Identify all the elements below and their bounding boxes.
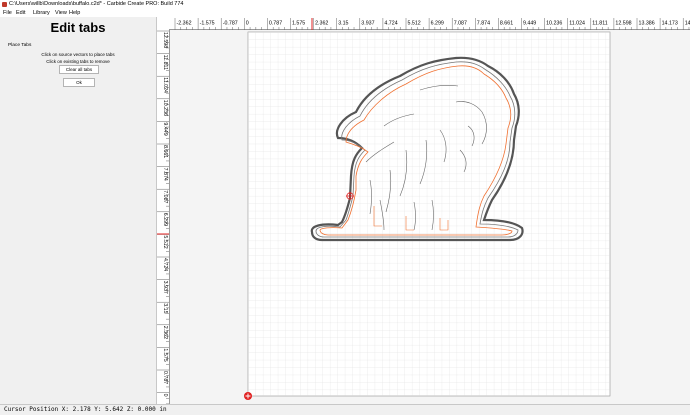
design-canvas[interactable] xyxy=(170,30,690,404)
hint-add-tabs: Click on source vectors to place tabs xyxy=(41,52,115,57)
top-ruler-label: 1.575 xyxy=(292,21,305,27)
menu-bar: File Edit Library View Help xyxy=(0,9,690,17)
left-ruler: 12.598 11.811 11.024 10.236 9.449 8.661 7.874 7… xyxy=(157,29,170,410)
top-ruler-label: -1.575 xyxy=(200,21,215,27)
top-ruler-label: 8.661 xyxy=(500,21,513,27)
canvas-svg[interactable] xyxy=(170,30,690,404)
top-ruler-label: 10.236 xyxy=(546,21,562,27)
menu-edit[interactable]: Edit xyxy=(16,9,25,17)
top-ruler-label: 5.512 xyxy=(408,21,421,27)
top-ruler-label: 9.449 xyxy=(523,21,536,27)
left-ruler-label: 3.15 xyxy=(162,303,168,313)
panel-title: Edit tabs xyxy=(50,20,106,35)
top-ruler-label: 14.961 xyxy=(685,21,690,27)
left-ruler-label: 3.937 xyxy=(162,281,168,294)
top-ruler-label: 3.15 xyxy=(338,21,348,27)
left-ruler-label: 12.598 xyxy=(162,32,168,48)
window-title: C:\Users\willb\Downloads\buffalo.c2d* - … xyxy=(9,1,184,7)
top-ruler-label: 11.811 xyxy=(592,21,607,27)
top-ruler-label: 7.874 xyxy=(477,21,490,27)
grid xyxy=(248,32,610,396)
top-ruler-label: 3.937 xyxy=(361,21,374,27)
top-ruler-label: 0.787 xyxy=(269,21,282,27)
top-ruler: -2.362 -1.575 -0.787 0 0.787 1.575 2.362 3.15 3.… xyxy=(157,17,690,30)
left-ruler-label: 8.661 xyxy=(162,145,168,158)
status-bar: Cursor Position X: 2.178 Y: 5.642 Z: 0.0… xyxy=(0,404,690,415)
top-ruler-label: 13.386 xyxy=(639,21,655,27)
left-ruler-label: 11.024 xyxy=(162,77,168,93)
left-ruler-label: 7.874 xyxy=(162,168,168,181)
top-ruler-label: 11.024 xyxy=(569,21,585,27)
left-ruler-label: 4.724 xyxy=(162,258,168,271)
left-ruler-label: 2.362 xyxy=(162,326,168,339)
left-ruler-label: 1.575 xyxy=(162,348,168,361)
menu-library[interactable]: Library xyxy=(33,9,50,17)
place-tabs-label: Place Tabs xyxy=(8,43,32,48)
left-ruler-label: 11.811 xyxy=(162,55,168,70)
title-bar: C:\Users\willb\Downloads\buffalo.c2d* - … xyxy=(0,0,690,9)
ok-button[interactable]: Ok xyxy=(63,78,95,87)
clear-all-tabs-button[interactable]: Clear all tabs xyxy=(59,65,99,74)
left-ruler-label: 6.299 xyxy=(162,213,168,226)
hint-remove-tabs: Click on existing tabs to remove xyxy=(46,59,110,64)
top-ruler-svg: -2.362 -1.575 -0.787 0 0.787 1.575 2.362 3.15 3.… xyxy=(174,18,690,30)
left-ruler-label: 5.512 xyxy=(162,235,168,248)
left-ruler-svg: 12.598 11.811 11.024 10.236 9.449 8.661 7.874 7… xyxy=(157,30,169,410)
left-ruler-label: 10.236 xyxy=(162,100,168,116)
top-ruler-label: 7.087 xyxy=(454,21,467,27)
top-ruler-label: 2.362 xyxy=(315,21,328,27)
left-ruler-label: 7.087 xyxy=(162,190,168,203)
origin-marker-icon xyxy=(244,392,252,400)
left-ruler-label: 0.787 xyxy=(162,371,168,384)
left-ruler-label: 0 xyxy=(162,394,168,397)
top-ruler-label: 14.173 xyxy=(662,21,678,27)
top-ruler-label: 6.299 xyxy=(431,21,444,27)
menu-view[interactable]: View xyxy=(55,9,67,17)
menu-file[interactable]: File xyxy=(3,9,12,17)
top-ruler-label: 0 xyxy=(246,21,249,27)
left-ruler-label: 9.449 xyxy=(162,122,168,135)
edit-tabs-panel: Edit tabs Place Tabs Click on source vec… xyxy=(0,17,157,404)
top-ruler-label: -2.362 xyxy=(177,21,192,27)
menu-help[interactable]: Help xyxy=(69,9,80,17)
top-ruler-label: 12.598 xyxy=(615,21,631,27)
app-icon xyxy=(2,2,7,7)
top-ruler-label: -0.787 xyxy=(223,21,238,27)
top-ruler-label: 4.724 xyxy=(384,21,397,27)
